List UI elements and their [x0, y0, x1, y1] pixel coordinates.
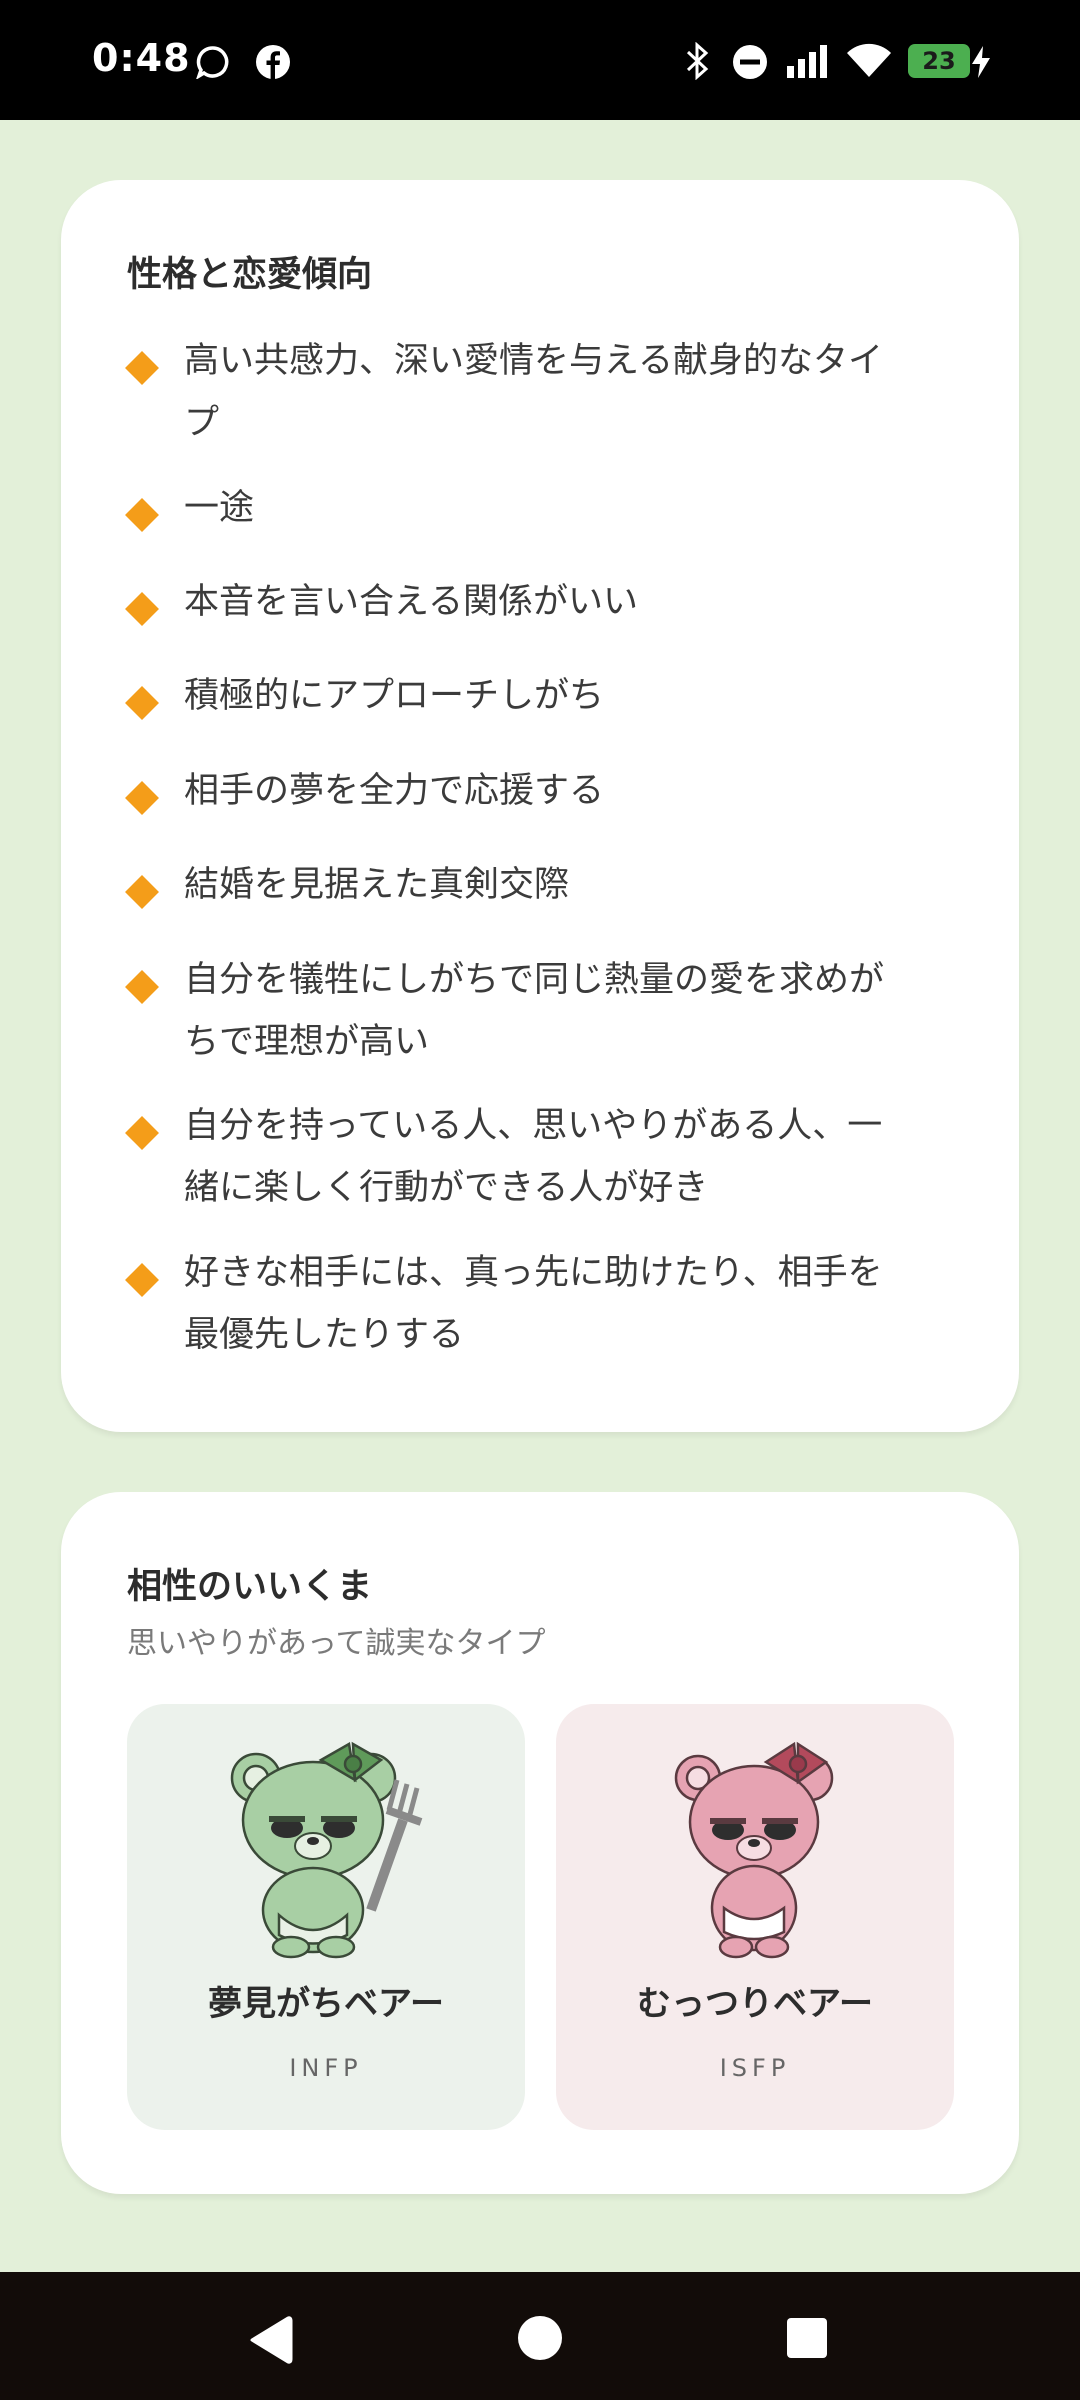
status-bar: 0:48 23 [0, 0, 1080, 120]
bullet-diamond-icon [125, 686, 159, 720]
bullet-diamond-icon [125, 1116, 159, 1150]
compatibility-card: 相性のいいくま 思いやりがあって誠実なタイプ 夢見がちベアー INFP むっつり… [61, 1492, 1019, 2194]
trait-text: 自分を犠牲にしがちで同じ熱量の愛を求めが ちで理想が高い [184, 960, 885, 1062]
trait-text: 相手の夢を全力で応援する [184, 771, 605, 811]
compatibility-subtitle: 思いやりがあって誠実なタイプ [127, 1626, 546, 1661]
bullet-diamond-icon [125, 781, 159, 815]
trait-text: 積極的にアプローチしがち [184, 676, 605, 716]
green-bear-with-fork-image [230, 1741, 423, 1959]
compatibility-title: 相性のいいくま [127, 1567, 373, 1607]
signal-icon [787, 45, 827, 78]
navigation-bar [0, 2272, 1080, 2400]
charging-icon [972, 46, 990, 78]
bear-card-isfp[interactable]: むっつりベアー ISFP [556, 1704, 954, 2130]
recents-icon[interactable] [785, 2316, 829, 2360]
bluetooth-icon [686, 42, 709, 80]
trait-text: 自分を持っている人、思いやりがある人、一 緒に楽しく行動ができる人が好き [184, 1106, 883, 1208]
home-icon[interactable] [516, 2314, 564, 2362]
status-time: 0:48 [92, 36, 191, 80]
back-icon[interactable] [244, 2314, 294, 2366]
bear-name: むっつりベアー [637, 1984, 873, 2024]
bullet-diamond-icon [125, 592, 159, 626]
facebook-icon [256, 45, 290, 79]
personality-card: 性格と恋愛傾向 高い共感力、深い愛情を与える献身的なタイプ 一途 本音を言い合え… [61, 180, 1019, 1432]
bear-card-infp[interactable]: 夢見がちベアー INFP [127, 1704, 525, 2130]
bullet-diamond-icon [125, 1263, 159, 1297]
personality-title: 性格と恋愛傾向 [127, 255, 373, 295]
trait-text: 一途 [184, 488, 255, 528]
do-not-disturb-icon [733, 45, 767, 79]
trait-text: 好きな相手には、真っ先に助けたり、相手を 最優先したりする [184, 1253, 883, 1355]
trait-text: 結婚を見据えた真剣交際 [184, 865, 570, 905]
trait-text: 本音を言い合える関係がいい [184, 582, 638, 622]
pink-bear-with-bow-image [674, 1741, 834, 1959]
battery-icon: 23 [908, 44, 970, 78]
trait-text: 高い共感力、深い愛情を与える献身的なタイプ [184, 341, 883, 443]
bear-name: 夢見がちベアー [208, 1984, 444, 2024]
bullet-diamond-icon [125, 351, 159, 385]
bear-type-code: ISFP [719, 2054, 791, 2082]
bullet-diamond-icon [125, 970, 159, 1004]
bullet-diamond-icon [125, 498, 159, 532]
wifi-icon [847, 43, 891, 77]
bear-type-code: INFP [289, 2054, 363, 2082]
battery-level: 23 [922, 47, 956, 75]
bullet-diamond-icon [125, 875, 159, 909]
chat-bubble-icon [196, 46, 229, 79]
